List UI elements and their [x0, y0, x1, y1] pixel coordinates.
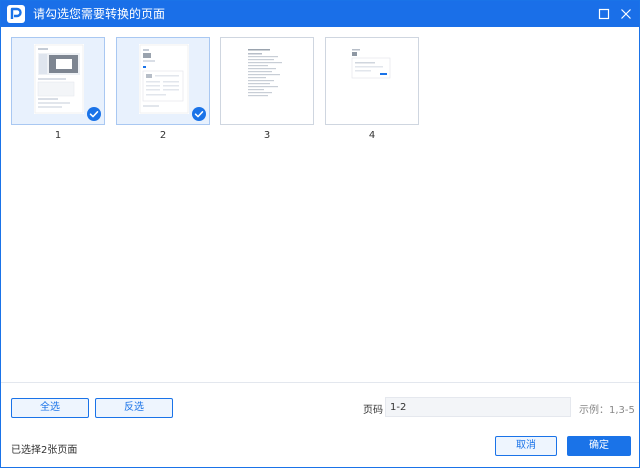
select-all-button[interactable]: 全选 — [11, 398, 89, 418]
page-number-2: 2 — [159, 130, 167, 141]
title-bar[interactable]: 请勾选您需要转换的页面 — [1, 1, 639, 27]
page-thumbnail-2[interactable] — [116, 37, 210, 125]
page-thumbnail-1[interactable] — [11, 37, 105, 125]
page-number-1: 1 — [54, 130, 62, 141]
invert-selection-button[interactable]: 反选 — [95, 398, 173, 418]
pdf-app-logo-icon — [7, 5, 25, 23]
selected-count-text: 已选择2张页面 — [11, 445, 78, 456]
dialog-title: 请勾选您需要转换的页面 — [33, 7, 166, 21]
page-preview — [243, 44, 293, 114]
page-preview — [34, 44, 84, 114]
page-preview — [139, 44, 189, 114]
page-thumbnail-4[interactable] — [325, 37, 419, 125]
page-number-4: 4 — [368, 130, 376, 141]
page-thumbnail-3[interactable] — [220, 37, 314, 125]
maximize-icon[interactable] — [595, 5, 613, 23]
ok-button[interactable]: 确定 — [567, 436, 631, 456]
close-icon[interactable] — [617, 5, 635, 23]
page-range-label: 页码 — [363, 405, 383, 416]
page-preview — [348, 44, 398, 114]
checkmark-icon — [192, 107, 206, 121]
convert-pages-dialog: 请勾选您需要转换的页面 1 2 3 4 全选 反选 页码 1-2 示例：1,3-… — [0, 0, 640, 468]
footer-divider — [1, 382, 639, 383]
page-range-example: 示例：1,3-5 — [579, 405, 635, 416]
cancel-button[interactable]: 取消 — [495, 436, 557, 456]
page-range-input[interactable] — [385, 397, 571, 417]
checkmark-icon — [87, 107, 101, 121]
page-number-3: 3 — [263, 130, 271, 141]
